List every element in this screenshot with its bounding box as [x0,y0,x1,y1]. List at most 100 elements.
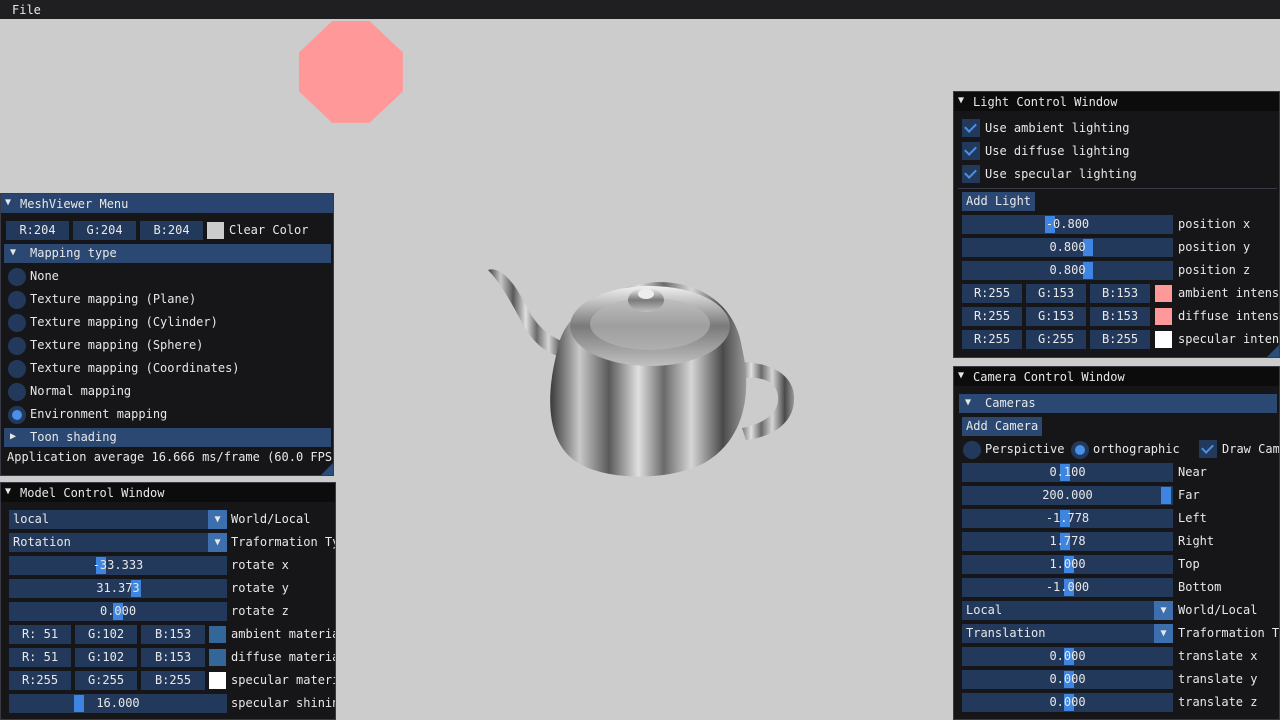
far-slider[interactable]: 200.000 [962,486,1173,505]
camera-world-local-combo[interactable]: Local ▼ [962,601,1173,620]
radio-perspective[interactable] [963,441,981,459]
radio-texture-cylinder[interactable] [8,314,26,332]
specular-material-b[interactable]: B:255 [141,671,205,690]
draw-camera-checkbox[interactable] [1199,440,1217,458]
diffuse-intensity-b[interactable]: B:153 [1090,307,1150,326]
specular-material-g[interactable]: G:255 [75,671,137,690]
translate-y-slider[interactable]: 0.000 [962,670,1173,689]
camera-control-window: ▼ Camera Control Window ▼ Cameras Add Ca… [953,366,1280,720]
use-ambient-checkbox[interactable] [962,119,980,137]
cameras-header[interactable]: ▼ Cameras [959,394,1277,413]
radio-orthographic[interactable] [1071,441,1089,459]
ambient-intensity-b[interactable]: B:153 [1090,284,1150,303]
radio-environment-mapping[interactable] [8,406,26,424]
diffuse-intensity-label: diffuse intens [1178,309,1280,323]
right-label: Right [1178,534,1215,548]
camera-world-local-label: World/Local [1178,603,1258,617]
add-camera-button[interactable]: Add Camera [962,417,1043,436]
light-title-bar[interactable]: ▼ Light Control Window [954,92,1279,111]
radio-normal-mapping[interactable] [8,383,26,401]
separator [958,188,1277,189]
clear-color-swatch[interactable] [207,222,224,239]
position-z-label: position z [1178,263,1251,277]
rotate-x-slider[interactable]: -33.333 [9,556,227,575]
rotate-x-label: rotate x [231,558,289,572]
camera-title-bar[interactable]: ▼ Camera Control Window [954,367,1279,386]
rotate-y-slider[interactable]: 31.373 [9,579,227,598]
orthographic-label: orthographic [1093,442,1180,456]
world-local-combo[interactable]: local ▼ [9,510,227,529]
radio-texture-coordinates[interactable] [8,360,26,378]
diffuse-intensity-g[interactable]: G:153 [1026,307,1086,326]
diffuse-intensity-swatch[interactable] [1155,308,1172,325]
position-x-slider[interactable]: -0.800 [962,215,1173,234]
clear-color-g[interactable]: G:204 [73,221,136,240]
resize-grip[interactable] [1267,345,1279,357]
option-label: Texture mapping (Plane) [30,292,197,306]
specular-intensity-swatch[interactable] [1155,331,1172,348]
rotate-z-label: rotate z [231,604,289,618]
bottom-label: Bottom [1178,580,1222,594]
specular-material-r[interactable]: R:255 [9,671,71,690]
ambient-material-r[interactable]: R: 51 [9,625,71,644]
ambient-intensity-g[interactable]: G:153 [1026,284,1086,303]
use-ambient-label: Use ambient lighting [985,121,1130,135]
left-label: Left [1178,511,1207,525]
right-slider[interactable]: 1.778 [962,532,1173,551]
ambient-material-swatch[interactable] [209,626,226,643]
top-label: Top [1178,557,1200,571]
position-z-slider[interactable]: 0.800 [962,261,1173,280]
model-control-window: ▼ Model Control Window local ▼ World/Loc… [0,482,336,720]
diffuse-material-swatch[interactable] [209,649,226,666]
diffuse-intensity-r[interactable]: R:255 [962,307,1022,326]
specular-intensity-b[interactable]: B:255 [1090,330,1150,349]
left-slider[interactable]: -1.778 [962,509,1173,528]
translate-z-slider[interactable]: 0.000 [962,693,1173,712]
specular-material-swatch[interactable] [209,672,226,689]
diffuse-material-b[interactable]: B:153 [141,648,205,667]
rotate-z-slider[interactable]: 0.000 [9,602,227,621]
collapse-triangle-icon[interactable]: ▼ [5,486,11,497]
add-light-button[interactable]: Add Light [962,192,1036,211]
clear-color-label: Clear Color [229,223,309,237]
ambient-material-b[interactable]: B:153 [141,625,205,644]
specular-shininess-slider[interactable]: 16.000 [9,694,227,713]
top-slider[interactable]: 1.000 [962,555,1173,574]
specular-intensity-r[interactable]: R:255 [962,330,1022,349]
radio-texture-plane[interactable] [8,291,26,309]
perspective-label: Perspictive [985,442,1065,456]
diffuse-material-r[interactable]: R: 51 [9,648,71,667]
radio-none[interactable] [8,268,26,286]
resize-grip[interactable] [321,463,333,475]
collapse-triangle-icon[interactable]: ▼ [5,197,11,208]
near-slider[interactable]: 0.100 [962,463,1173,482]
ambient-intensity-swatch[interactable] [1155,285,1172,302]
diffuse-material-g[interactable]: G:102 [75,648,137,667]
position-y-label: position y [1178,240,1251,254]
collapse-triangle-icon[interactable]: ▼ [958,95,964,106]
toon-shading-header[interactable]: ▶ Toon shading [4,428,331,447]
mapping-type-header[interactable]: ▼ Mapping type [4,244,331,263]
use-diffuse-checkbox[interactable] [962,142,980,160]
draw-camera-label: Draw Cam [1222,442,1280,456]
file-menu[interactable]: File [12,3,41,17]
expand-triangle-icon: ▶ [10,431,17,442]
chevron-down-icon: ▼ [1154,624,1173,643]
transformation-type-label: Traformation Ty [231,535,336,549]
collapse-triangle-icon[interactable]: ▼ [958,370,964,381]
translate-x-slider[interactable]: 0.000 [962,647,1173,666]
fps-readout: Application average 16.666 ms/frame (60.… [7,450,334,464]
ambient-intensity-r[interactable]: R:255 [962,284,1022,303]
meshviewer-title-bar[interactable]: ▼ MeshViewer Menu [1,194,333,213]
use-specular-checkbox[interactable] [962,165,980,183]
clear-color-b[interactable]: B:204 [140,221,203,240]
specular-intensity-g[interactable]: G:255 [1026,330,1086,349]
clear-color-r[interactable]: R:204 [6,221,69,240]
bottom-slider[interactable]: -1.000 [962,578,1173,597]
ambient-material-g[interactable]: G:102 [75,625,137,644]
position-y-slider[interactable]: 0.800 [962,238,1173,257]
camera-transformation-combo[interactable]: Translation ▼ [962,624,1173,643]
radio-texture-sphere[interactable] [8,337,26,355]
transformation-type-combo[interactable]: Rotation ▼ [9,533,227,552]
model-title-bar[interactable]: ▼ Model Control Window [1,483,335,502]
